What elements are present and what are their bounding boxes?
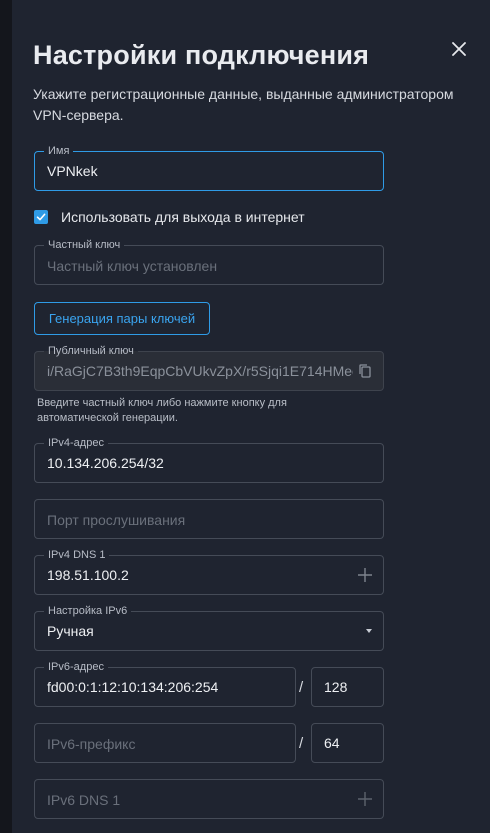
check-icon <box>36 213 46 221</box>
ipv6-address-prefix-length-field[interactable]: 128 <box>311 667 384 707</box>
page-backdrop <box>0 0 12 833</box>
generate-key-pair-button[interactable]: Генерация пары ключей <box>34 302 210 335</box>
public-key-field[interactable]: Публичный ключ i/RaGjC7B3th9EqpCbVUkvZpX… <box>34 344 384 391</box>
close-button[interactable] <box>446 36 472 62</box>
caret-down-icon <box>366 629 372 633</box>
name-label: Имя <box>44 144 74 158</box>
ipv6-address-label: IPv6-адрес <box>44 660 108 674</box>
ipv4-address-field[interactable]: IPv4-адрес 10.134.206.254/32 <box>34 436 384 483</box>
close-icon <box>452 42 466 56</box>
ipv4-address-value: 10.134.206.254/32 <box>47 455 164 471</box>
ipv6-address-value: fd00:0:1:12:10:134:206:254 <box>47 679 219 695</box>
ipv6-setting-label: Настройка IPv6 <box>44 604 132 618</box>
copy-icon[interactable] <box>357 363 373 379</box>
ipv6-address-separator: / <box>299 679 304 696</box>
private-key-placeholder: Частный ключ установлен <box>47 258 218 274</box>
ipv6-dns-placeholder: IPv6 DNS 1 <box>47 792 121 808</box>
key-helper-text: Введите частный ключ либо нажмите кнопку… <box>37 397 287 424</box>
ipv6-prefix-length-field[interactable]: 64 <box>311 723 384 763</box>
ipv6-address-field[interactable]: IPv6-адрес fd00:0:1:12:10:134:206:254 <box>34 660 296 707</box>
private-key-label: Частный ключ <box>44 238 125 252</box>
public-key-value: i/RaGjC7B3th9EqpCbVUkvZpX/r5Sjqi1E714HMe… <box>47 363 353 379</box>
ipv4-dns-value: 198.51.100.2 <box>47 567 129 583</box>
ipv4-dns-field[interactable]: IPv4 DNS 1 198.51.100.2 <box>34 548 384 595</box>
private-key-field[interactable]: Частный ключ Частный ключ установлен <box>34 238 384 285</box>
ipv6-prefix-length-value: 64 <box>324 735 340 751</box>
plus-icon[interactable] <box>357 567 373 583</box>
listen-port-field[interactable]: Порт прослушивания <box>34 499 384 539</box>
ipv6-prefix-separator: / <box>299 735 304 752</box>
dialog-subtitle: Укажите регистрационные данные, выданные… <box>33 86 454 123</box>
ipv6-setting-value: Ручная <box>47 623 94 639</box>
ipv6-address-prefix-length-value: 128 <box>324 679 348 695</box>
ipv4-address-label: IPv4-адрес <box>44 436 108 450</box>
ipv4-dns-label: IPv4 DNS 1 <box>44 548 110 562</box>
name-value: VPNkek <box>47 163 98 179</box>
ipv6-dns-field[interactable]: IPv6 DNS 1 <box>34 779 384 819</box>
name-field[interactable]: Имя VPNkek <box>34 144 384 191</box>
ipv6-prefix-placeholder: IPv6-префикс <box>47 736 136 752</box>
use-for-internet-checkbox-row[interactable]: Использовать для выхода в интернет <box>34 209 305 225</box>
listen-port-placeholder: Порт прослушивания <box>47 512 186 528</box>
plus-icon[interactable] <box>357 791 373 807</box>
use-for-internet-checkbox[interactable] <box>34 210 48 224</box>
ipv6-setting-select[interactable]: Настройка IPv6 Ручная <box>34 604 384 651</box>
use-for-internet-label: Использовать для выхода в интернет <box>61 209 305 225</box>
ipv6-prefix-field[interactable]: IPv6-префикс <box>34 723 296 763</box>
dialog-title: Настройки подключения <box>33 40 370 70</box>
public-key-label: Публичный ключ <box>44 344 138 358</box>
